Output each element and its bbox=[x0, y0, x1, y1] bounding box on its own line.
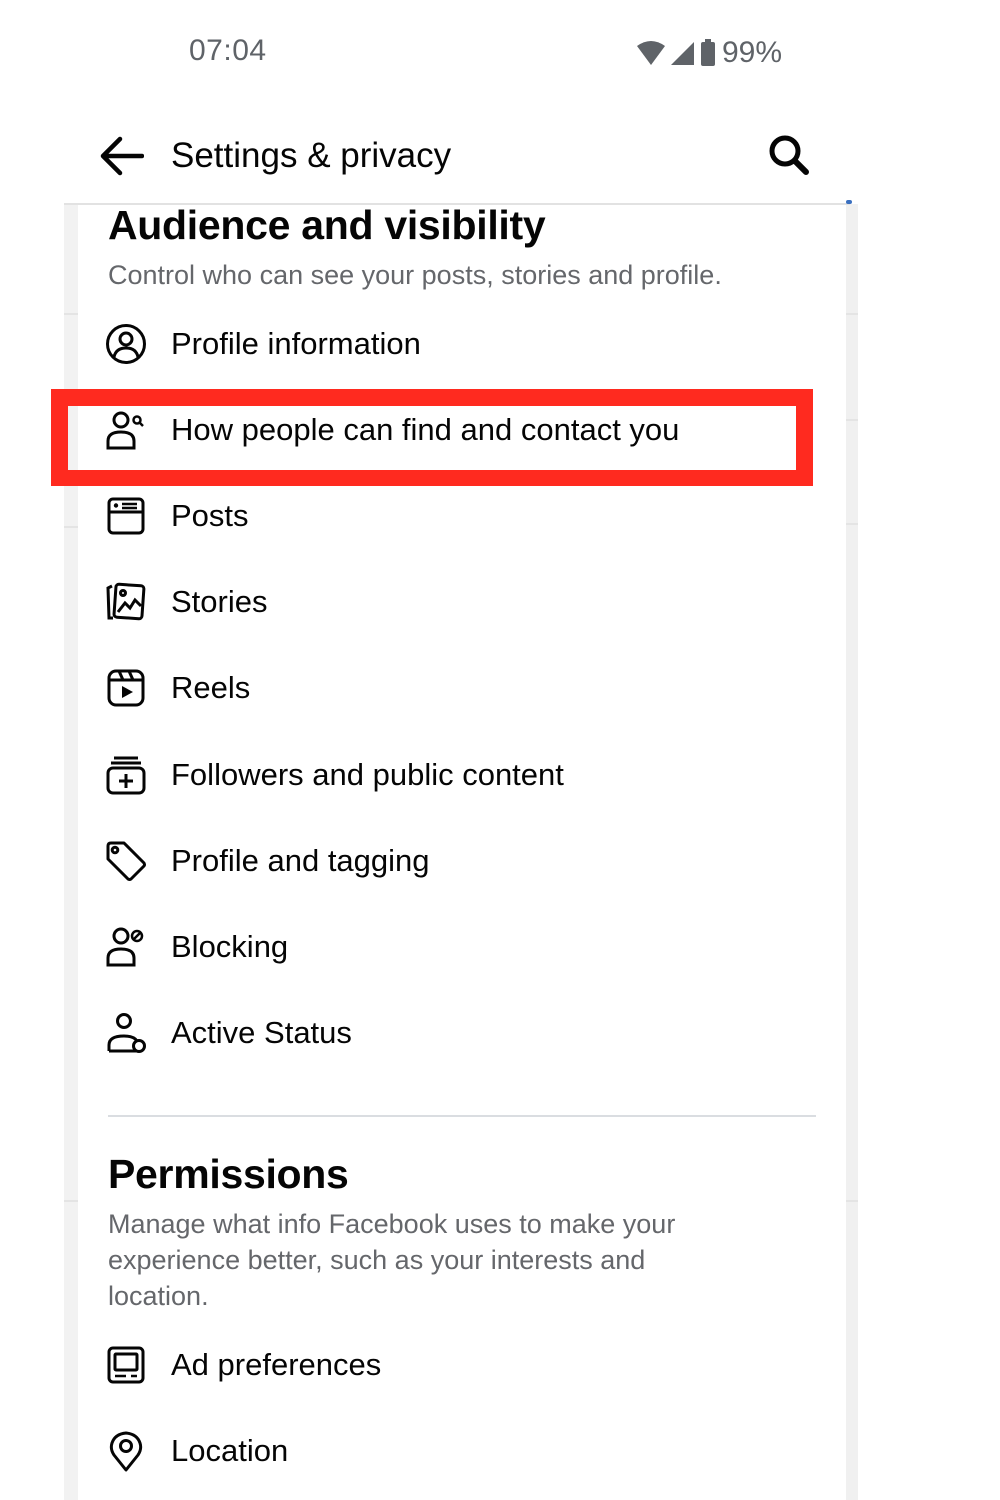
menu-item-label: Location bbox=[171, 1433, 289, 1468]
status-icons: 99% bbox=[636, 36, 782, 70]
app-header: Settings & privacy bbox=[0, 120, 1000, 200]
user-search-icon bbox=[104, 408, 148, 452]
scrollbar-thumb[interactable] bbox=[846, 200, 852, 204]
back-button[interactable] bbox=[98, 134, 148, 178]
cellular-signal-icon bbox=[670, 40, 696, 66]
location-pin-icon bbox=[104, 1429, 148, 1473]
user-active-status-icon bbox=[104, 1011, 148, 1055]
section-description-permissions: Manage what info Facebook uses to make y… bbox=[108, 1209, 676, 1311]
menu-item-ad-preferences[interactable]: Ad preferences bbox=[100, 1330, 820, 1400]
menu-item-label: Active Status bbox=[171, 1015, 352, 1050]
status-bar: 07:04 99% bbox=[0, 0, 1000, 100]
wifi-icon bbox=[636, 40, 666, 66]
arrow-left-icon bbox=[98, 136, 145, 182]
edge-tick bbox=[64, 1200, 78, 1202]
menu-item-label: Reels bbox=[171, 670, 251, 705]
edge-tick bbox=[64, 313, 78, 315]
menu-item-followers-public-content[interactable]: Followers and public content bbox=[100, 740, 820, 810]
section-title-audience: Audience and visibility bbox=[108, 202, 546, 248]
section-divider bbox=[108, 1115, 816, 1117]
followers-stack-plus-icon bbox=[104, 753, 148, 797]
menu-item-location[interactable]: Location bbox=[100, 1416, 820, 1486]
edge-tick bbox=[846, 419, 858, 421]
menu-item-profile-and-tagging[interactable]: Profile and tagging bbox=[100, 826, 820, 896]
section-title-permissions: Permissions bbox=[108, 1151, 349, 1197]
post-card-icon bbox=[104, 494, 148, 538]
ad-monitor-icon bbox=[104, 1343, 148, 1387]
menu-item-label: Ad preferences bbox=[171, 1347, 382, 1382]
edge-tick bbox=[64, 526, 78, 528]
menu-item-profile-information[interactable]: Profile information bbox=[100, 309, 820, 379]
menu-item-stories[interactable]: Stories bbox=[100, 567, 820, 637]
scrollbar-track[interactable] bbox=[846, 204, 858, 1500]
menu-item-label: Stories bbox=[171, 584, 268, 619]
tag-icon bbox=[104, 839, 148, 883]
reels-clapper-icon bbox=[104, 666, 148, 710]
edge-tick bbox=[846, 523, 858, 525]
status-time: 07:04 bbox=[189, 34, 267, 67]
menu-item-label: Blocking bbox=[171, 929, 289, 964]
user-block-icon bbox=[104, 925, 148, 969]
edge-tick bbox=[846, 1200, 858, 1202]
menu-item-label: Profile information bbox=[171, 326, 421, 361]
stories-gallery-icon bbox=[104, 580, 148, 624]
battery-icon bbox=[700, 39, 716, 67]
page-title: Settings & privacy bbox=[171, 136, 452, 175]
menu-item-find-and-contact[interactable]: How people can find and contact you bbox=[100, 395, 820, 465]
menu-item-active-status[interactable]: Active Status bbox=[100, 998, 820, 1068]
user-circle-icon bbox=[104, 322, 148, 366]
left-edge-strip bbox=[64, 204, 78, 1500]
search-icon bbox=[766, 135, 812, 182]
battery-percent: 99% bbox=[722, 36, 783, 69]
menu-item-label: Followers and public content bbox=[171, 757, 564, 792]
menu-item-label: Profile and tagging bbox=[171, 843, 430, 878]
edge-tick bbox=[846, 313, 858, 315]
menu-item-label: How people can find and contact you bbox=[171, 412, 680, 447]
menu-item-reels[interactable]: Reels bbox=[100, 653, 820, 723]
section-description-audience: Control who can see your posts, stories … bbox=[108, 260, 722, 290]
menu-item-posts[interactable]: Posts bbox=[100, 481, 820, 551]
menu-item-label: Posts bbox=[171, 498, 249, 533]
search-button[interactable] bbox=[766, 132, 816, 182]
menu-item-blocking[interactable]: Blocking bbox=[100, 912, 820, 982]
